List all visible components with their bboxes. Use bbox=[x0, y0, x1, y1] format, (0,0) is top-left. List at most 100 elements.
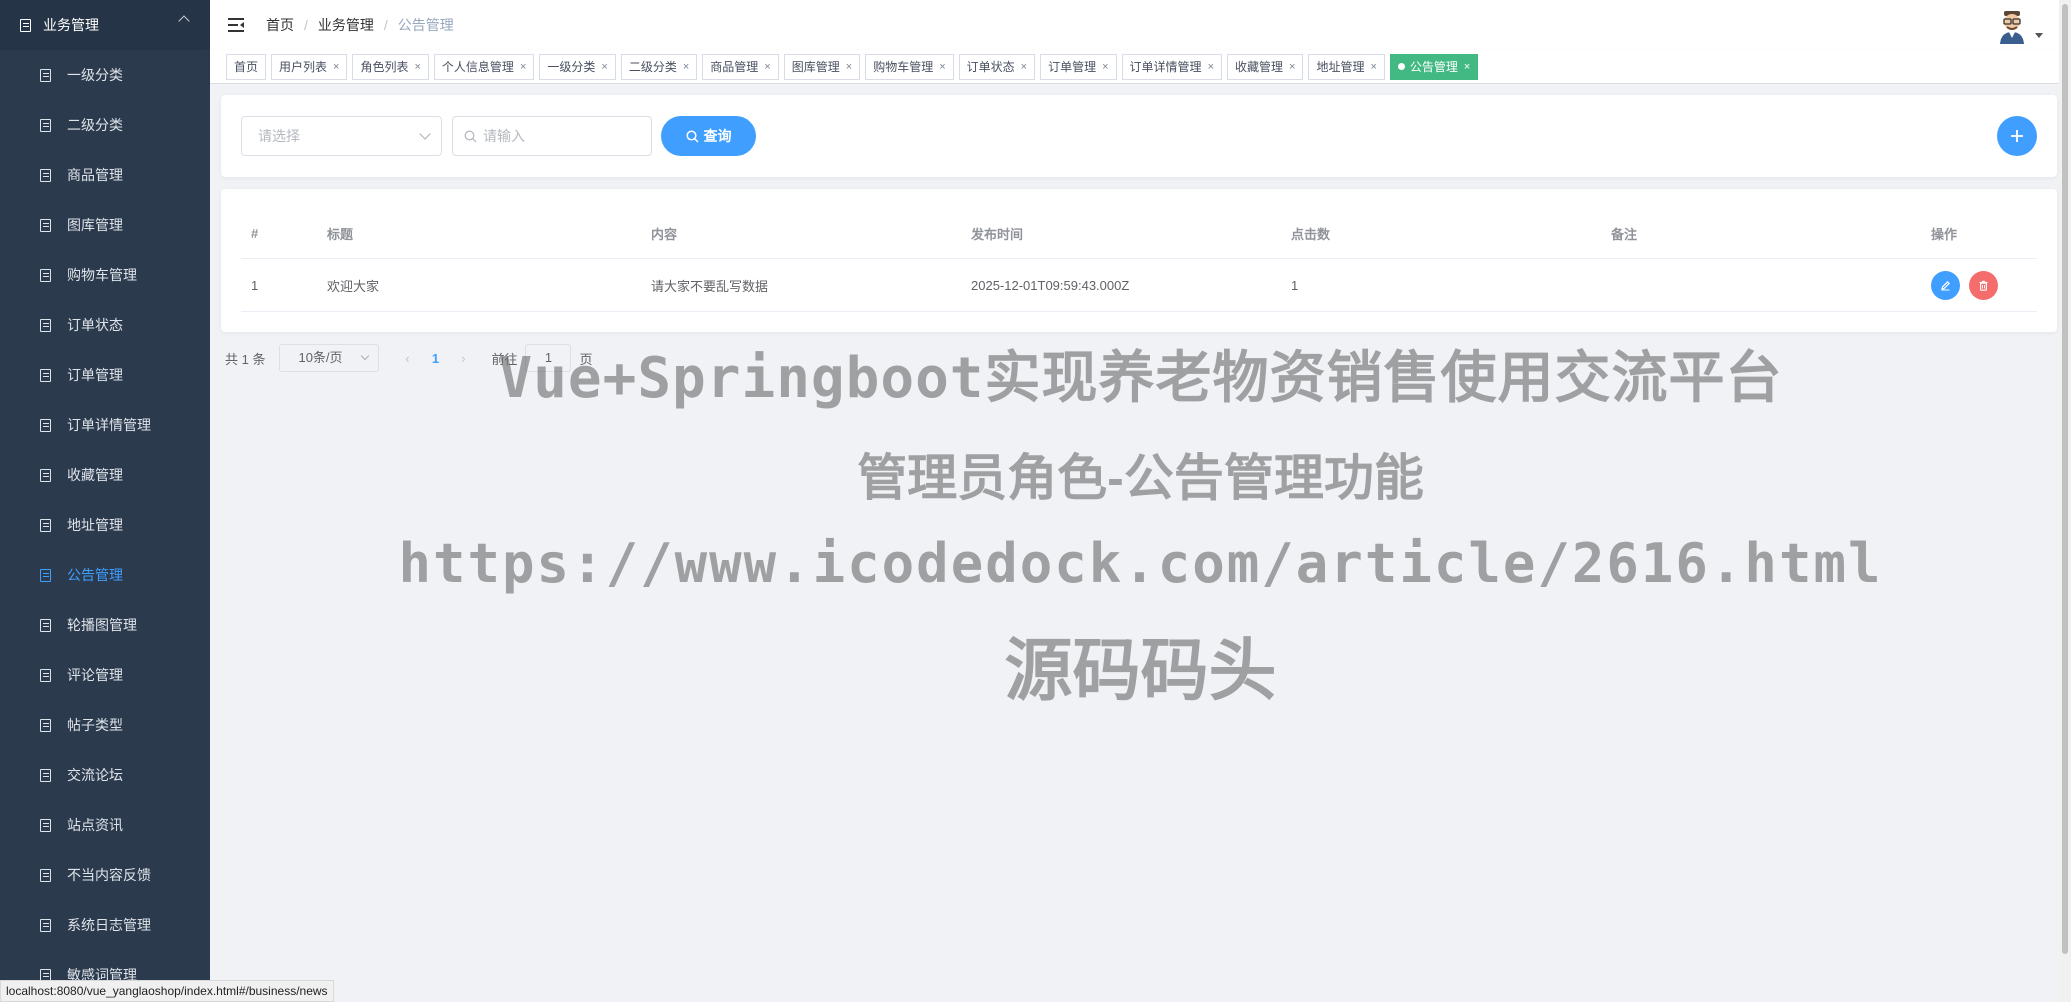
page-number[interactable]: 1 bbox=[421, 351, 449, 366]
document-icon bbox=[40, 318, 51, 332]
close-icon[interactable]: × bbox=[1464, 61, 1470, 73]
page-size-value: 10条/页 bbox=[298, 350, 343, 365]
breadcrumb-current: 公告管理 bbox=[397, 17, 454, 33]
goto-label: 前往 bbox=[491, 351, 518, 367]
tag-label: 图库管理 bbox=[791, 60, 840, 74]
pagination: 共 1 条 10条/页 ‹ 1 › 前往 1 页 bbox=[225, 343, 593, 373]
next-page-button[interactable]: › bbox=[449, 351, 477, 366]
tag-item[interactable]: 角色列表 × bbox=[352, 53, 429, 80]
goto-page-input[interactable]: 1 bbox=[525, 344, 572, 372]
column-header: 内容 bbox=[651, 227, 678, 242]
sidebar-item[interactable]: 购物车管理 bbox=[0, 250, 210, 300]
sidebar-item-label: 订单管理 bbox=[67, 367, 123, 383]
tag-item[interactable]: 订单管理 × bbox=[1040, 53, 1117, 80]
news-table: # 标题 内容 发布时间 点击数 备注 操作 1 欢迎大家 请大家不要乱写数据 2025-12-0… bbox=[241, 209, 2037, 312]
tag-item[interactable]: 订单详情管理 × bbox=[1121, 53, 1222, 80]
tag-item[interactable]: 购物车管理 × bbox=[865, 53, 954, 80]
pagination-total: 共 1 条 bbox=[225, 351, 266, 367]
document-icon bbox=[40, 718, 51, 732]
news-title-cell: 欢迎大家 bbox=[327, 278, 380, 294]
document-icon bbox=[40, 618, 51, 632]
page-scrollbar[interactable] bbox=[2059, 0, 2071, 1002]
document-icon bbox=[40, 268, 51, 282]
close-icon[interactable]: × bbox=[1102, 61, 1108, 73]
sidebar-item[interactable]: 商品管理 bbox=[0, 150, 210, 200]
tag-item[interactable]: 收藏管理 × bbox=[1227, 53, 1304, 80]
document-icon bbox=[40, 118, 51, 132]
tag-item[interactable]: 用户列表 × bbox=[271, 53, 348, 80]
close-icon[interactable]: × bbox=[601, 61, 607, 73]
type-select[interactable]: 请选择 bbox=[241, 116, 442, 156]
breadcrumb-separator: / bbox=[304, 17, 308, 33]
close-icon[interactable]: × bbox=[520, 61, 526, 73]
sidebar-item-label: 收藏管理 bbox=[67, 467, 123, 483]
sidebar-item[interactable]: 站点资讯 bbox=[0, 800, 210, 850]
tag-item[interactable]: 商品管理 × bbox=[702, 53, 779, 80]
sidebar-item[interactable]: 订单管理 bbox=[0, 350, 210, 400]
sidebar-item-label: 商品管理 bbox=[67, 167, 123, 183]
close-icon[interactable]: × bbox=[1289, 61, 1295, 73]
column-header: 操作 bbox=[1931, 227, 1958, 242]
sidebar-item[interactable]: 不当内容反馈 bbox=[0, 850, 210, 900]
sidebar-item-label: 订单状态 bbox=[67, 317, 123, 333]
close-icon[interactable]: × bbox=[683, 61, 689, 73]
sidebar-item[interactable]: 系统日志管理 bbox=[0, 900, 210, 950]
sidebar-item[interactable]: 轮播图管理 bbox=[0, 600, 210, 650]
search-input[interactable] bbox=[483, 117, 643, 155]
sidebar-item[interactable]: 收藏管理 bbox=[0, 450, 210, 500]
sidebar-item[interactable]: 交流论坛 bbox=[0, 750, 210, 800]
tag-item[interactable]: 一级分类 × bbox=[539, 53, 616, 80]
sidebar-item-label: 公告管理 bbox=[67, 567, 123, 583]
sidebar-item-label: 购物车管理 bbox=[67, 267, 137, 283]
tag-label: 首页 bbox=[234, 60, 259, 74]
page-size-select[interactable]: 10条/页 bbox=[279, 344, 380, 372]
tag-item[interactable]: 个人信息管理 × bbox=[433, 53, 535, 80]
document-icon bbox=[40, 818, 51, 832]
sidebar-item-label: 二级分类 bbox=[67, 117, 123, 133]
close-icon[interactable]: × bbox=[1021, 61, 1027, 73]
sidebar-group-business[interactable]: 业务管理 bbox=[0, 0, 210, 50]
sidebar-item[interactable]: 公告管理 bbox=[0, 550, 210, 600]
sidebar-item-label: 帖子类型 bbox=[67, 717, 123, 733]
sidebar-item[interactable]: 订单状态 bbox=[0, 300, 210, 350]
scrollbar-thumb[interactable] bbox=[2062, 4, 2068, 954]
tag-item[interactable]: 图库管理 × bbox=[783, 53, 861, 80]
close-icon[interactable]: × bbox=[846, 61, 852, 73]
add-button[interactable] bbox=[1997, 116, 2037, 156]
close-icon[interactable]: × bbox=[939, 61, 945, 73]
sidebar-item[interactable]: 订单详情管理 bbox=[0, 400, 210, 450]
close-icon[interactable]: × bbox=[414, 61, 420, 73]
sidebar-item[interactable]: 二级分类 bbox=[0, 100, 210, 150]
publish-time-cell: 2025-12-01T09:59:43.000Z bbox=[971, 277, 1130, 293]
avatar[interactable] bbox=[1995, 8, 2029, 44]
close-icon[interactable]: × bbox=[1208, 61, 1214, 73]
breadcrumb-home[interactable]: 首页 bbox=[266, 15, 294, 35]
query-button[interactable]: 查询 bbox=[661, 116, 756, 156]
tag-item[interactable]: 公告管理 × bbox=[1389, 53, 1479, 80]
prev-page-button[interactable]: ‹ bbox=[393, 351, 421, 366]
tag-label: 公告管理 bbox=[1409, 60, 1458, 74]
sidebar-item[interactable]: 帖子类型 bbox=[0, 700, 210, 750]
sidebar-item[interactable]: 评论管理 bbox=[0, 650, 210, 700]
tag-item[interactable]: 首页 bbox=[226, 53, 267, 80]
caret-down-icon[interactable] bbox=[2035, 33, 2043, 38]
collapse-menu-icon[interactable] bbox=[228, 18, 246, 32]
sidebar-item[interactable]: 图库管理 bbox=[0, 200, 210, 250]
tag-item[interactable]: 二级分类 × bbox=[620, 53, 698, 80]
sidebar-item-label: 地址管理 bbox=[67, 517, 123, 533]
sidebar-item-label: 交流论坛 bbox=[67, 767, 123, 783]
sidebar-item-label: 图库管理 bbox=[67, 217, 123, 233]
edit-button[interactable] bbox=[1931, 270, 1960, 300]
close-icon[interactable]: × bbox=[764, 61, 770, 73]
search-field[interactable] bbox=[452, 116, 652, 156]
tag-item[interactable]: 订单状态 × bbox=[958, 53, 1036, 80]
close-icon[interactable]: × bbox=[1370, 61, 1376, 73]
delete-button[interactable] bbox=[1969, 270, 1998, 300]
tag-label: 收藏管理 bbox=[1235, 60, 1284, 74]
sidebar-item[interactable]: 地址管理 bbox=[0, 500, 210, 550]
table-header-row: # 标题 内容 发布时间 点击数 备注 操作 bbox=[241, 209, 2037, 259]
close-icon[interactable]: × bbox=[333, 61, 339, 73]
tag-item[interactable]: 地址管理 × bbox=[1308, 53, 1385, 80]
news-content-cell: 请大家不要乱写数据 bbox=[651, 278, 769, 294]
sidebar-item[interactable]: 一级分类 bbox=[0, 50, 210, 100]
